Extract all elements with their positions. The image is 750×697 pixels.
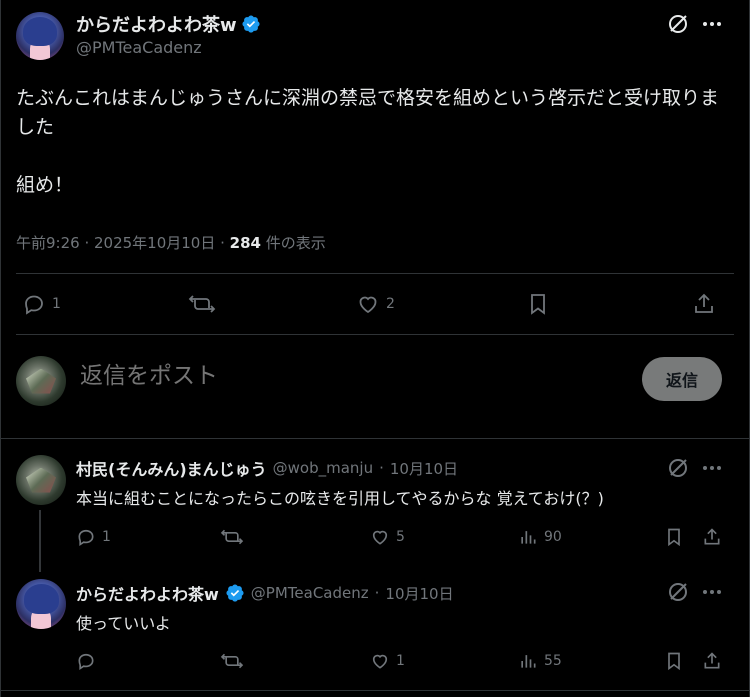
more-options-icon[interactable] — [700, 456, 724, 484]
like-action[interactable]: 5 — [370, 527, 405, 547]
author-handle[interactable]: @PMTeaCadenz — [251, 584, 369, 602]
share-action[interactable] — [702, 651, 722, 671]
separator-dot: · — [374, 584, 380, 602]
views-count: 284 — [229, 234, 261, 252]
bookmark-action[interactable] — [526, 292, 550, 316]
share-icon — [704, 652, 720, 669]
reply-actions: 1 55 — [76, 648, 734, 688]
reply-text: 使っていいよ — [76, 614, 171, 633]
reply-action[interactable]: 1 — [76, 527, 111, 547]
views-action[interactable]: 55 — [518, 651, 562, 671]
retweet-icon — [220, 653, 244, 669]
avatar[interactable] — [16, 455, 66, 505]
more-options-icon[interactable] — [700, 12, 724, 36]
heart-icon — [359, 296, 377, 314]
main-actions: 1 2 — [16, 285, 734, 325]
reply-count: 1 — [102, 529, 111, 545]
reply-icon — [25, 295, 43, 315]
verified-badge-icon — [242, 15, 260, 33]
share-action[interactable] — [702, 527, 722, 547]
share-action[interactable] — [692, 292, 716, 316]
heart-icon — [372, 530, 388, 545]
divider — [0, 690, 750, 691]
tweet-text: たぶんこれはまんじゅうさんに深淵の禁忌で格安を組めという啓示だと受け取りました … — [16, 87, 720, 196]
display-name[interactable]: 村民(そんみん)まんじゅう — [76, 456, 267, 480]
heart-icon — [372, 654, 388, 669]
bookmark-action[interactable] — [664, 527, 684, 547]
author-handle[interactable]: @PMTeaCadenz — [76, 38, 202, 57]
reply-text: 本当に組むことになったらこの呟きを引用してやるからな 覚えておけ(？) — [76, 489, 604, 508]
reply-date[interactable]: 10月10日 — [385, 583, 453, 604]
retweet-icon — [188, 295, 216, 313]
reply-button[interactable]: 返信 — [642, 357, 722, 401]
reply-action[interactable] — [76, 651, 102, 671]
bookmark-icon — [531, 294, 545, 315]
verified-badge-icon — [226, 584, 244, 602]
bookmark-icon — [668, 652, 680, 671]
more-options-icon[interactable] — [700, 580, 724, 608]
reply-header: 村民(そんみん)まんじゅう @wob_manju · 10月10日 — [76, 456, 458, 480]
retweet-action[interactable] — [220, 527, 244, 547]
reply-date[interactable]: 10月10日 — [390, 458, 458, 479]
retweet-action[interactable] — [220, 651, 244, 671]
analytics-icon — [521, 655, 536, 668]
retweet-icon — [220, 529, 244, 545]
reply-input[interactable] — [78, 362, 622, 390]
tweet-date[interactable]: 2025年10月10日 — [94, 234, 215, 252]
grok-icon[interactable] — [666, 580, 690, 608]
share-icon — [704, 528, 720, 545]
author-name-row[interactable]: からだよわよわ茶w — [76, 11, 261, 37]
reply-actions: 1 5 90 — [76, 524, 734, 564]
views-action[interactable]: 90 — [518, 527, 562, 547]
retweet-action[interactable] — [188, 292, 216, 316]
like-action[interactable]: 1 — [370, 651, 405, 671]
reply-count: 1 — [52, 296, 61, 312]
divider — [16, 334, 734, 335]
like-count: 5 — [396, 529, 405, 545]
views-count: 90 — [544, 529, 562, 545]
reply-icon — [78, 529, 94, 547]
reply-action[interactable]: 1 — [22, 292, 61, 316]
divider — [16, 273, 734, 274]
tweet-meta: 午前9:26 · 2025年10月10日 · 284 件の表示 — [16, 234, 326, 252]
frame-border-left — [0, 0, 1, 697]
thread-line — [39, 510, 41, 572]
bookmark-icon — [668, 528, 680, 547]
grok-icon[interactable] — [666, 12, 690, 36]
like-count: 1 — [396, 653, 405, 669]
display-name[interactable]: からだよわよわ茶w — [76, 581, 219, 605]
divider — [0, 438, 750, 439]
reply-header: からだよわよわ茶w @PMTeaCadenz · 10月10日 — [76, 581, 454, 605]
separator-dot: · — [379, 459, 384, 477]
bookmark-action[interactable] — [664, 651, 684, 671]
avatar[interactable] — [16, 579, 66, 629]
current-user-avatar[interactable] — [16, 356, 66, 406]
views-count: 55 — [544, 653, 562, 669]
analytics-icon — [521, 531, 536, 544]
like-action[interactable]: 2 — [356, 292, 395, 316]
reply-icon — [78, 653, 94, 671]
author-handle[interactable]: @wob_manju — [273, 459, 373, 477]
avatar[interactable] — [16, 12, 64, 60]
share-icon — [695, 293, 713, 313]
like-count: 2 — [386, 296, 395, 312]
display-name[interactable]: からだよわよわ茶w — [76, 11, 237, 37]
tweet-time[interactable]: 午前9:26 — [16, 234, 80, 252]
grok-icon[interactable] — [666, 456, 690, 484]
views-label: 件の表示 — [265, 234, 326, 252]
